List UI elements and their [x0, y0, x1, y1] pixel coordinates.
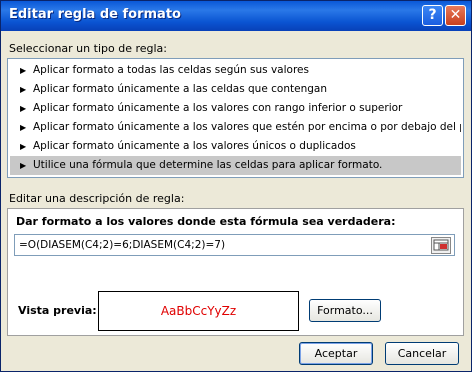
- preview-sample-text: AaBbCcYyZz: [160, 304, 237, 318]
- rule-type-item-label: Aplicar formato únicamente a las celdas …: [33, 83, 327, 95]
- rule-type-item-label: Utilice una fórmula que determine las ce…: [33, 159, 383, 171]
- edit-format-rule-dialog: Editar regla de formato ? ✕ Seleccionar …: [0, 0, 472, 372]
- help-button[interactable]: ?: [422, 5, 443, 26]
- rule-type-label-text: Seleccionar un tipo de regla:: [9, 42, 167, 55]
- rule-description-label-text: Editar una descripción de regla:: [9, 192, 185, 205]
- accept-button-label: Aceptar: [314, 347, 358, 360]
- rule-type-label: Seleccionar un tipo de regla:: [9, 42, 167, 55]
- preview-label: Vista previa:: [18, 304, 97, 317]
- rule-type-item[interactable]: ▶ Aplicar formato únicamente a los valore…: [10, 99, 461, 118]
- cancel-button-label: Cancelar: [397, 347, 447, 360]
- arrow-right-icon: ▶: [20, 85, 27, 94]
- arrow-right-icon: ▶: [20, 161, 27, 170]
- format-preview: AaBbCcYyZz: [98, 291, 299, 331]
- rule-type-item-label: Aplicar formato únicamente a los valores…: [33, 140, 356, 152]
- arrow-right-icon: ▶: [20, 104, 27, 113]
- rule-type-item[interactable]: ▶ Aplicar formato a todas las celdas segú…: [10, 61, 461, 80]
- dialog-title: Editar regla de formato: [9, 7, 181, 22]
- close-button[interactable]: ✕: [445, 5, 466, 26]
- range-select-icon: [433, 239, 449, 251]
- arrow-right-icon: ▶: [20, 123, 27, 132]
- rule-type-list[interactable]: ▶ Aplicar formato a todas las celdas segú…: [7, 58, 464, 178]
- arrow-right-icon: ▶: [20, 142, 27, 151]
- rule-description-label: Editar una descripción de regla:: [9, 192, 184, 205]
- formula-input-value: =O(DIASEM(C4;2)=6;DIASEM(C4;2)=7): [19, 239, 226, 251]
- help-icon: ?: [428, 7, 437, 23]
- rule-type-item[interactable]: ▶ Aplicar formato únicamente a los valore…: [10, 137, 461, 156]
- cancel-button[interactable]: Cancelar: [385, 342, 459, 365]
- format-button[interactable]: Formato...: [309, 299, 381, 322]
- rule-type-item-label: Aplicar formato únicamente a los valores…: [33, 121, 461, 133]
- rule-type-item[interactable]: ▶ Aplicar formato únicamente a los valore…: [10, 118, 461, 137]
- arrow-right-icon: ▶: [20, 66, 27, 75]
- format-button-label: Formato...: [317, 304, 373, 317]
- rule-type-item-label: Aplicar formato únicamente a los valores…: [33, 102, 403, 114]
- formula-caption: Dar formato a los valores donde esta fór…: [16, 215, 396, 228]
- title-bar[interactable]: Editar regla de formato ? ✕: [1, 1, 471, 31]
- accept-button[interactable]: Aceptar: [299, 342, 373, 365]
- rule-type-item-label: Aplicar formato a todas las celdas según…: [33, 64, 309, 76]
- formula-input[interactable]: =O(DIASEM(C4;2)=6;DIASEM(C4;2)=7): [14, 234, 455, 256]
- rule-type-item-selected[interactable]: ▶ Utilice una fórmula que determine las c…: [10, 156, 461, 175]
- close-icon: ✕: [449, 7, 462, 23]
- rule-type-item[interactable]: ▶ Aplicar formato únicamente a las celdas…: [10, 80, 461, 99]
- collapse-dialog-button[interactable]: [431, 237, 451, 254]
